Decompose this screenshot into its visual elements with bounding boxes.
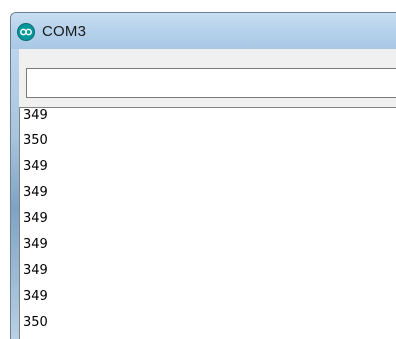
output-line: 349 <box>23 185 48 200</box>
serial-monitor-window: COM3 349 350 349 349 349 349 349 349 350 <box>10 12 396 339</box>
output-line: 350 <box>23 133 48 148</box>
send-bar <box>19 49 396 107</box>
output-line: 350 <box>23 315 48 330</box>
output-line: 349 <box>23 289 48 304</box>
output-line: 349 <box>23 263 48 278</box>
window-title: COM3 <box>42 23 87 40</box>
output-line: 349 <box>23 108 48 123</box>
send-input[interactable] <box>26 68 396 98</box>
output-line: 349 <box>23 211 48 226</box>
arduino-infinity-icon <box>17 23 35 41</box>
window-frame-edge <box>11 49 19 339</box>
output-line: 349 <box>23 159 48 174</box>
serial-output[interactable]: 349 350 349 349 349 349 349 349 350 <box>19 107 396 339</box>
title-bar[interactable]: COM3 <box>11 13 396 49</box>
output-line: 349 <box>23 237 48 252</box>
